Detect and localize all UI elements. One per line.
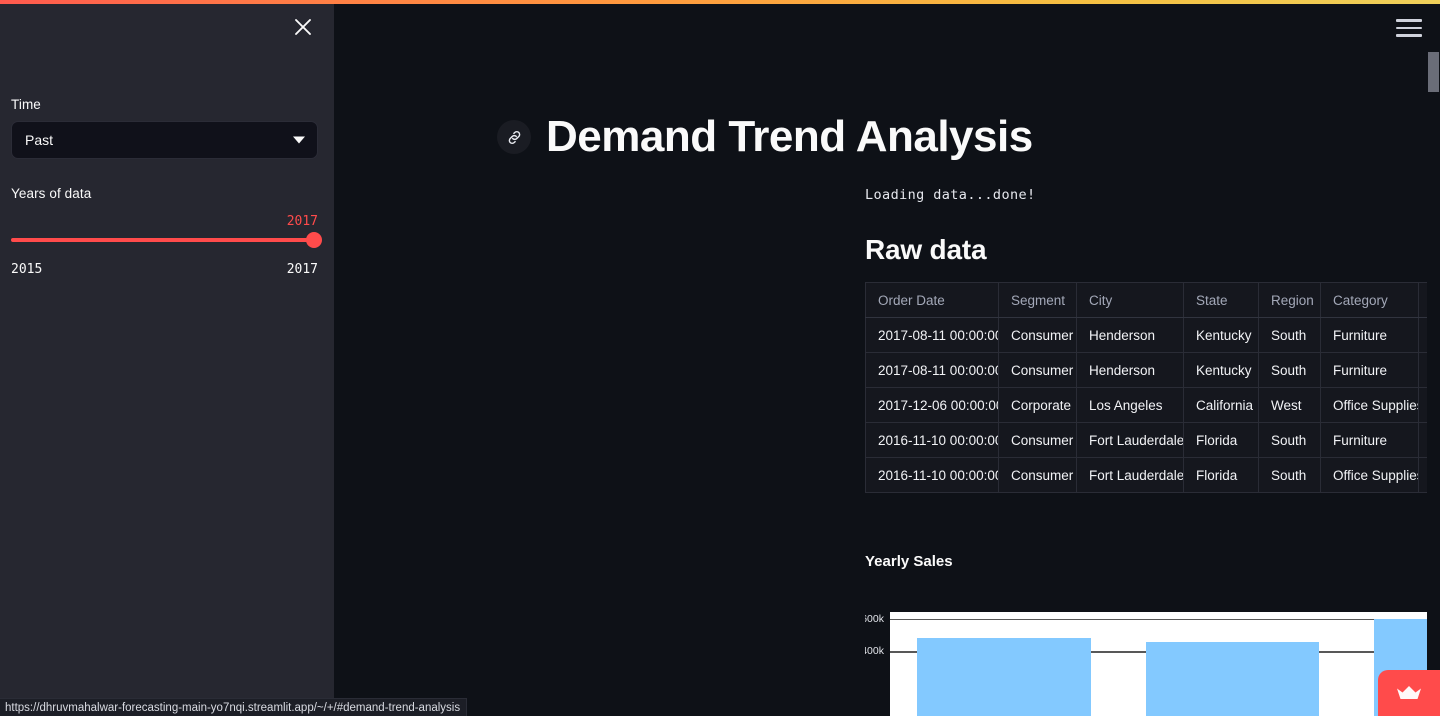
chart-y-tick-label: 600k <box>865 612 884 625</box>
table-row[interactable]: 2017-08-11 00:00:00 Consumer Henderson K… <box>865 317 1440 353</box>
cell-state: Florida <box>1183 457 1259 493</box>
column-header-category[interactable]: Category <box>1320 282 1419 318</box>
hamburger-bar <box>1396 34 1422 37</box>
page-loading-progress-bar <box>0 0 1440 4</box>
cell-state: California <box>1183 387 1259 423</box>
table-header-row: Order Date Segment City State Region Cat… <box>865 282 1440 318</box>
cell-region: West <box>1258 387 1321 423</box>
close-icon[interactable] <box>289 13 317 41</box>
years-slider-block: Years of data 2017 2015 2017 <box>11 185 322 277</box>
cell-segment: Consumer <box>998 422 1077 458</box>
column-header-state[interactable]: State <box>1183 282 1259 318</box>
cell-order-date: 2017-12-06 00:00:00 <box>865 387 999 423</box>
chart-y-tick-label: 400k <box>865 645 884 657</box>
time-field-label: Time <box>11 97 41 112</box>
cell-segment: Corporate <box>998 387 1077 423</box>
table-row[interactable]: 2016-11-10 00:00:00 Consumer Fort Lauder… <box>865 422 1440 458</box>
table-row[interactable]: 2017-08-11 00:00:00 Consumer Henderson K… <box>865 352 1440 388</box>
cell-segment: Consumer <box>998 352 1077 388</box>
cell-state: Kentucky <box>1183 352 1259 388</box>
years-slider-thumb[interactable] <box>306 232 322 249</box>
cell-region: South <box>1258 457 1321 493</box>
cell-city: Fort Lauderdale <box>1076 422 1184 458</box>
cell-city: Fort Lauderdale <box>1076 457 1184 493</box>
hamburger-bar <box>1396 26 1422 30</box>
app-root: Time Past Years of data 2017 2015 2017 D… <box>0 0 1440 716</box>
link-icon[interactable] <box>497 120 531 155</box>
chart-plot-area: 400k 600k <box>865 612 1440 716</box>
years-field-label: Years of data <box>11 185 92 201</box>
time-select[interactable]: Past <box>11 120 318 159</box>
column-header-city[interactable]: City <box>1076 282 1184 318</box>
chart-bar[interactable] <box>1145 642 1320 716</box>
years-slider-max: 2017 <box>286 262 318 278</box>
main-content: Demand Trend Analysis Loading data...don… <box>334 0 1440 716</box>
cell-state: Kentucky <box>1183 317 1259 353</box>
cell-region: South <box>1258 352 1321 388</box>
table-header: Order Date Segment City State Region Cat… <box>865 282 1440 318</box>
column-header-order-date[interactable]: Order Date <box>865 282 999 318</box>
years-slider-track[interactable] <box>11 238 318 243</box>
years-slider-bounds: 2015 2017 <box>11 262 318 277</box>
chart-title: Yearly Sales <box>865 553 953 570</box>
raw-data-table-container[interactable]: Order Date Segment City State Region Cat… <box>865 282 1440 494</box>
cell-category: Office Supplies <box>1320 457 1419 493</box>
section-title-raw-data: Raw data <box>865 234 987 265</box>
browser-status-url: https://dhruvmahalwar-forecasting-main-y… <box>0 698 468 716</box>
loading-status-text: Loading data...done! <box>865 187 1036 203</box>
column-header-segment[interactable]: Segment <box>998 282 1077 318</box>
table-body: 2017-08-11 00:00:00 Consumer Henderson K… <box>865 317 1440 493</box>
raw-data-table: Order Date Segment City State Region Cat… <box>865 282 1440 493</box>
table-row[interactable]: 2017-12-06 00:00:00 Corporate Los Angele… <box>865 387 1440 423</box>
cell-order-date: 2017-08-11 00:00:00 <box>865 352 999 388</box>
hamburger-bar <box>1396 19 1422 22</box>
page-header: Demand Trend Analysis <box>497 112 1033 161</box>
cell-city: Henderson <box>1076 317 1184 353</box>
cell-state: Florida <box>1183 422 1259 458</box>
manage-app-button[interactable] <box>1378 670 1440 716</box>
progress-trail <box>970 0 1440 2</box>
cell-category: Furniture <box>1320 317 1419 353</box>
chart-bar[interactable] <box>917 638 1091 716</box>
cell-order-date: 2017-08-11 00:00:00 <box>865 317 999 353</box>
cell-region: South <box>1258 317 1321 353</box>
cell-category: Office Supplies <box>1320 387 1419 423</box>
cell-segment: Consumer <box>998 317 1077 353</box>
cell-segment: Consumer <box>998 457 1077 493</box>
vertical-scrollbar-track[interactable] <box>1427 0 1440 716</box>
hamburger-icon[interactable] <box>1394 17 1424 39</box>
page-title: Demand Trend Analysis <box>546 112 1033 161</box>
cell-order-date: 2016-11-10 00:00:00 <box>865 457 999 493</box>
cell-city: Los Angeles <box>1076 387 1184 423</box>
cell-category: Furniture <box>1320 352 1419 388</box>
yearly-sales-chart[interactable]: 400k 600k <box>865 608 1440 716</box>
streamlit-crown-icon <box>1397 686 1421 699</box>
chart-gridline <box>890 618 1440 620</box>
years-slider-min: 2015 <box>11 262 43 278</box>
cell-region: South <box>1258 422 1321 458</box>
time-select-value: Past <box>25 131 54 148</box>
years-slider[interactable]: 2017 <box>11 214 322 250</box>
cell-city: Henderson <box>1076 352 1184 388</box>
column-header-region[interactable]: Region <box>1258 282 1321 318</box>
sidebar: Time Past Years of data 2017 2015 2017 <box>0 0 334 716</box>
vertical-scrollbar-thumb[interactable] <box>1428 52 1439 92</box>
cell-order-date: 2016-11-10 00:00:00 <box>865 422 999 458</box>
years-slider-value: 2017 <box>286 214 318 230</box>
cell-category: Furniture <box>1320 422 1419 458</box>
chevron-down-icon <box>293 136 305 144</box>
table-row[interactable]: 2016-11-10 00:00:00 Consumer Fort Lauder… <box>865 457 1440 493</box>
sidebar-controls: Time Past Years of data 2017 2015 2017 <box>11 96 322 277</box>
